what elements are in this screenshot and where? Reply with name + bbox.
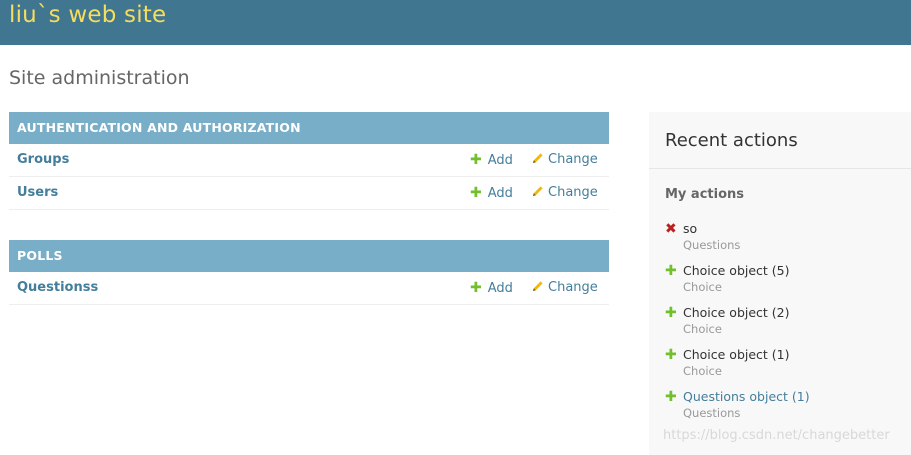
recent-actions-title: Recent actions: [665, 130, 798, 151]
action-type: Choice: [683, 364, 722, 378]
pencil-icon: [532, 280, 544, 296]
add-groups-link[interactable]: ✚ Add: [470, 152, 513, 168]
module-auth: AUTHENTICATION AND AUTHORIZATION Groups …: [9, 112, 609, 210]
action-title-link[interactable]: Questions object (1): [683, 390, 810, 404]
delete-icon: ✖: [665, 221, 677, 237]
change-questionss-link[interactable]: Change: [532, 280, 598, 296]
model-link-users[interactable]: Users: [17, 185, 58, 200]
add-label: Add: [487, 186, 513, 201]
model-row-users: Users ✚ Add Change: [9, 177, 609, 210]
change-label: Change: [548, 152, 598, 167]
divider: [649, 168, 911, 169]
model-row-groups: Groups ✚ Add Change: [9, 144, 609, 177]
add-icon: ✚: [665, 347, 677, 363]
add-icon: ✚: [665, 263, 677, 279]
page-title: Site administration: [9, 67, 190, 89]
change-label: Change: [548, 185, 598, 200]
add-icon: ✚: [470, 280, 482, 296]
change-label: Change: [548, 280, 598, 295]
action-type: Choice: [683, 322, 722, 336]
watermark: https://blog.csdn.net/changebetter: [663, 428, 890, 443]
add-icon: ✚: [665, 305, 677, 321]
model-row-questionss: Questionss ✚ Add Change: [9, 272, 609, 305]
recent-actions-panel: Recent actions My actions ✖ so Questions…: [649, 112, 911, 455]
header: liu`s web site: [0, 0, 911, 45]
site-title-link[interactable]: liu`s web site: [9, 2, 166, 28]
module-caption-auth: AUTHENTICATION AND AUTHORIZATION: [9, 112, 609, 144]
pencil-icon: [532, 185, 544, 201]
change-users-link[interactable]: Change: [532, 185, 598, 201]
pencil-icon: [532, 152, 544, 168]
add-questionss-link[interactable]: ✚ Add: [470, 280, 513, 296]
model-link-groups[interactable]: Groups: [17, 152, 69, 167]
add-icon: ✚: [470, 185, 482, 201]
action-type: Questions: [683, 406, 741, 420]
action-title: Choice object (1): [683, 347, 790, 362]
action-type: Choice: [683, 280, 722, 294]
module-polls: POLLS Questionss ✚ Add Change: [9, 240, 609, 305]
action-title: Choice object (5): [683, 263, 790, 278]
my-actions-heading: My actions: [665, 187, 745, 202]
add-icon: ✚: [665, 389, 677, 405]
add-icon: ✚: [470, 152, 482, 168]
module-caption-polls: POLLS: [9, 240, 609, 272]
add-label: Add: [487, 281, 513, 296]
model-link-questionss[interactable]: Questionss: [17, 280, 98, 295]
action-type: Questions: [683, 238, 741, 252]
add-label: Add: [487, 153, 513, 168]
action-title: so: [683, 221, 698, 236]
change-groups-link[interactable]: Change: [532, 152, 598, 168]
action-title: Choice object (2): [683, 305, 790, 320]
add-users-link[interactable]: ✚ Add: [470, 185, 513, 201]
